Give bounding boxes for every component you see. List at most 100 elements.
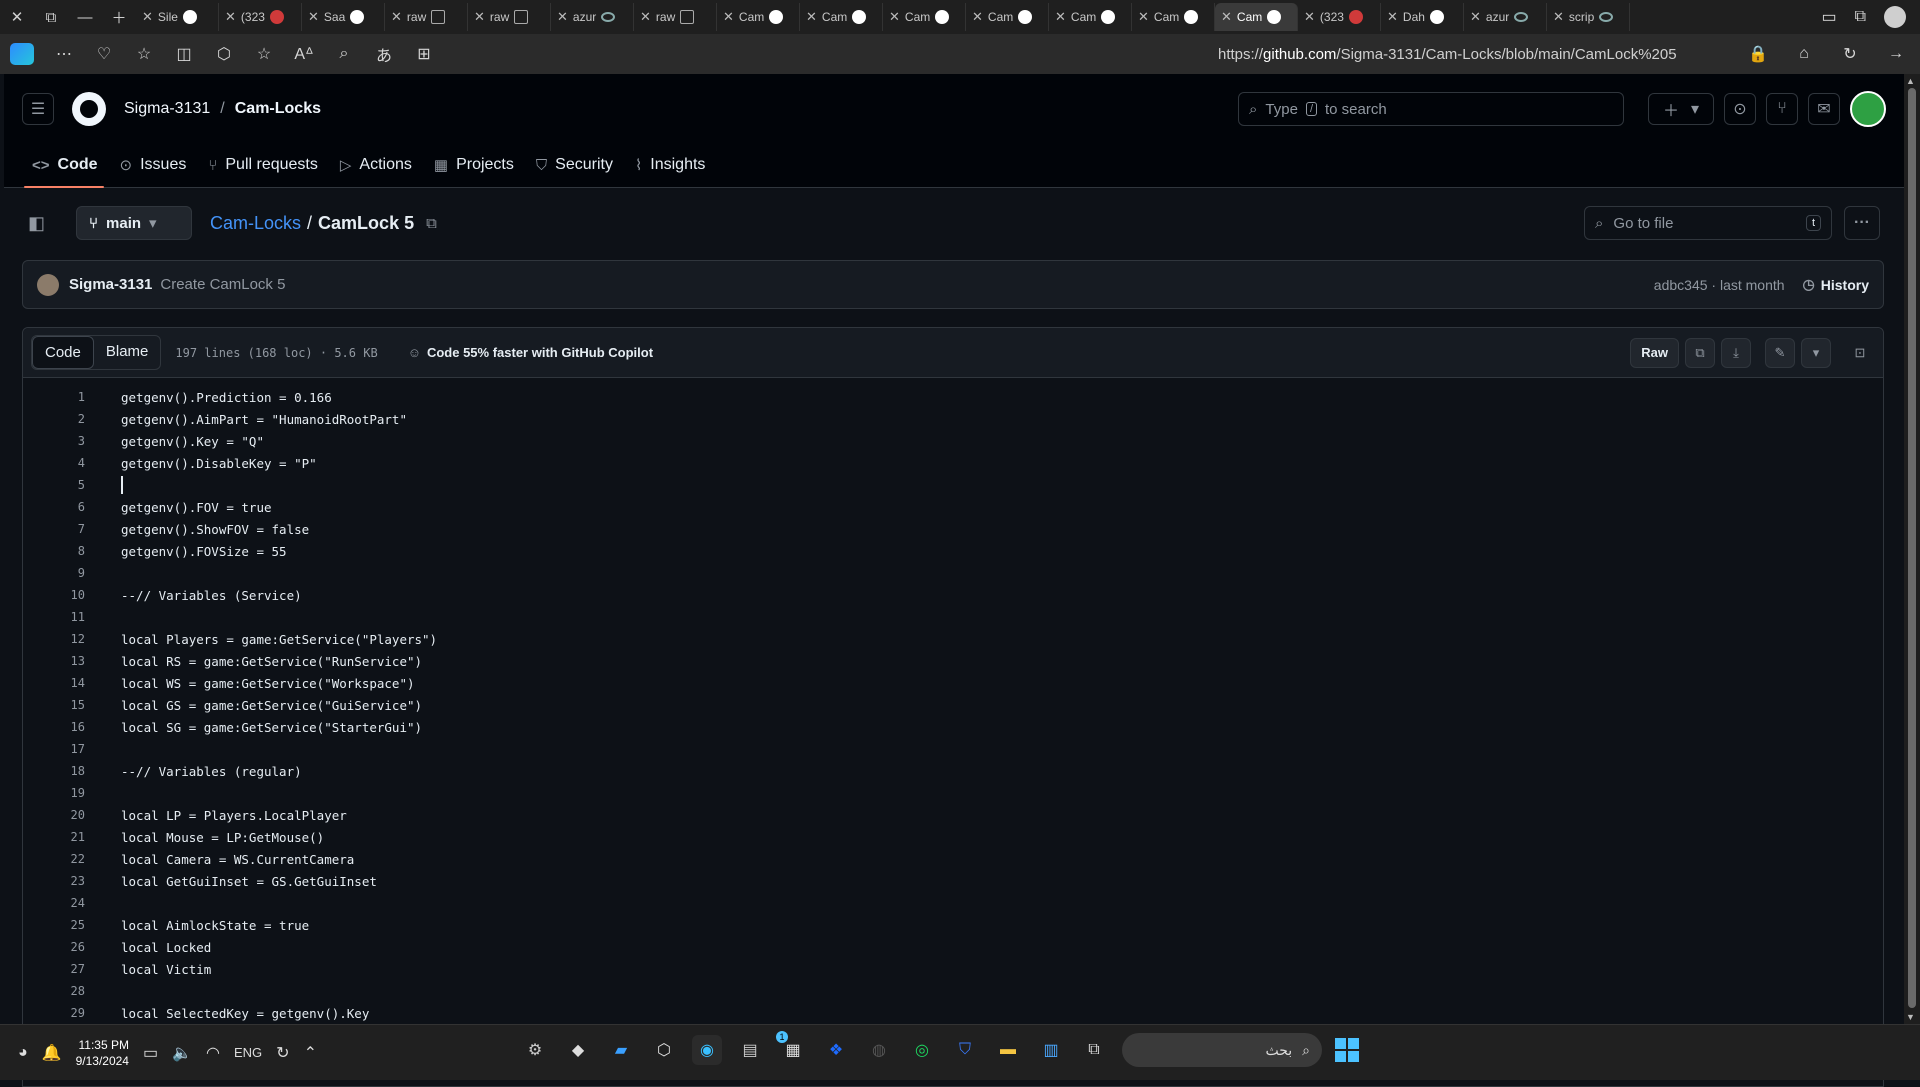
browser-tab[interactable]: ✕ scrip xyxy=(1547,3,1630,31)
close-tab-icon[interactable]: ✕ xyxy=(225,9,236,25)
code-line[interactable]: 22 local Camera = WS.CurrentCamera xyxy=(23,848,1883,870)
symbols-panel-icon[interactable]: ⊡ xyxy=(1845,338,1875,368)
spotify-icon[interactable]: ◎ xyxy=(907,1035,937,1065)
line-number[interactable]: 27 xyxy=(23,962,85,976)
line-number[interactable]: 14 xyxy=(23,676,85,690)
collections-icon[interactable]: ⧉ xyxy=(1855,8,1866,26)
taskbar-search[interactable]: بحث ⌕ xyxy=(1122,1033,1322,1067)
file-explorer-icon[interactable]: ▬ xyxy=(993,1035,1023,1065)
shield-app-icon[interactable]: ⛉ xyxy=(950,1035,980,1065)
line-number[interactable]: 19 xyxy=(23,786,85,800)
sync-icon[interactable]: ↻ xyxy=(276,1043,289,1063)
close-tab-icon[interactable]: ✕ xyxy=(474,9,485,25)
widgets-icon[interactable]: ◕ xyxy=(18,1044,28,1062)
close-window-icon[interactable]: ✕ xyxy=(0,0,34,34)
translate-icon[interactable]: あ xyxy=(374,42,394,66)
line-number[interactable]: 20 xyxy=(23,808,85,822)
github-logo-icon[interactable] xyxy=(72,92,106,126)
line-number[interactable]: 12 xyxy=(23,632,85,646)
download-icon[interactable]: ⤓ xyxy=(1721,337,1751,368)
create-new-button[interactable]: ＋ ▾ xyxy=(1648,93,1714,125)
close-tab-icon[interactable]: ✕ xyxy=(1138,9,1149,25)
code-line[interactable]: 12 local Players = game:GetService("Playe… xyxy=(23,628,1883,650)
roblox-icon[interactable]: ◆ xyxy=(563,1035,593,1065)
browser-tab[interactable]: ✕ Cam xyxy=(966,3,1049,31)
close-tab-icon[interactable]: ✕ xyxy=(1221,9,1232,25)
minimize-icon[interactable]: — xyxy=(68,0,102,34)
add-favorite-icon[interactable]: ☆ xyxy=(254,44,274,64)
scroll-down-icon[interactable]: ▼ xyxy=(1906,1012,1915,1022)
line-number[interactable]: 26 xyxy=(23,940,85,954)
code-line[interactable]: 2 getgenv().AimPart = "HumanoidRootPart" xyxy=(23,408,1883,430)
close-tab-icon[interactable]: ✕ xyxy=(142,9,153,25)
page-scrollbar[interactable]: ▲ ▼ xyxy=(1904,74,1920,1024)
notes-icon[interactable]: ▥ xyxy=(1036,1035,1066,1065)
browser-tab[interactable]: ✕ Cam xyxy=(1132,3,1215,31)
history-button[interactable]: ◷ History xyxy=(1803,276,1869,293)
close-tab-icon[interactable]: ✕ xyxy=(557,9,568,25)
code-body[interactable]: 1 getgenv().Prediction = 0.166 2 getgenv().… xyxy=(23,378,1883,1024)
read-aloud-icon[interactable]: Aᐞ xyxy=(294,44,314,64)
browser-tab[interactable]: ✕ (323 xyxy=(219,3,302,31)
owner-link[interactable]: Sigma-3131 xyxy=(124,100,210,118)
code-line[interactable]: 19 xyxy=(23,782,1883,804)
line-number[interactable]: 16 xyxy=(23,720,85,734)
close-tab-icon[interactable]: ✕ xyxy=(889,9,900,25)
blame-view-button[interactable]: Blame xyxy=(94,336,161,369)
language-indicator[interactable]: ENG xyxy=(234,1045,262,1060)
line-number[interactable]: 5 xyxy=(23,478,85,492)
code-line[interactable]: 7 getgenv().ShowFOV = false xyxy=(23,518,1883,540)
line-number[interactable]: 24 xyxy=(23,896,85,910)
browser-tab[interactable]: ✕ Saa xyxy=(302,3,385,31)
browser-tab[interactable]: ✕ raw xyxy=(634,3,717,31)
browser-tab[interactable]: ✕ Dah xyxy=(1381,3,1464,31)
code-line[interactable]: 26 local Locked xyxy=(23,936,1883,958)
code-line[interactable]: 23 local GetGuiInset = GS.GetGuiInset xyxy=(23,870,1883,892)
browser-tab[interactable]: ✕ raw xyxy=(468,3,551,31)
code-line[interactable]: 4 getgenv().DisableKey = "P" xyxy=(23,452,1883,474)
line-number[interactable]: 23 xyxy=(23,874,85,888)
favorites-icon[interactable]: ☆ xyxy=(134,44,154,64)
line-number[interactable]: 6 xyxy=(23,500,85,514)
line-number[interactable]: 17 xyxy=(23,742,85,756)
browser-tab[interactable]: ✕ raw xyxy=(385,3,468,31)
code-line[interactable]: 18 --// Variables (regular) xyxy=(23,760,1883,782)
copy-icon[interactable]: ⧉ xyxy=(1685,337,1715,368)
clock[interactable]: 11:35 PM 9/13/2024 xyxy=(76,1037,129,1069)
more-options-button[interactable]: ··· xyxy=(1844,206,1880,240)
code-line[interactable]: 17 xyxy=(23,738,1883,760)
code-line[interactable]: 13 local RS = game:GetService("RunService… xyxy=(23,650,1883,672)
commit-message[interactable]: Create CamLock 5 xyxy=(160,276,285,293)
raw-button[interactable]: Raw xyxy=(1630,337,1679,368)
repo-root-link[interactable]: Cam-Locks xyxy=(210,213,301,234)
browser-tab[interactable]: ✕ Cam xyxy=(800,3,883,31)
line-number[interactable]: 1 xyxy=(23,390,85,404)
close-tab-icon[interactable]: ✕ xyxy=(391,9,402,25)
code-line[interactable]: 8 getgenv().FOVSize = 55 xyxy=(23,540,1883,562)
browser-tab[interactable]: ✕ Cam xyxy=(717,3,800,31)
line-number[interactable]: 25 xyxy=(23,918,85,932)
menu-icon[interactable]: ☰ xyxy=(22,93,54,125)
commit-meta[interactable]: adbc345 · last month xyxy=(1654,277,1785,293)
split-screen-icon[interactable]: ◫ xyxy=(174,44,194,64)
code-line[interactable]: 20 local LP = Players.LocalPlayer xyxy=(23,804,1883,826)
commit-author[interactable]: Sigma-3131 xyxy=(69,276,152,293)
profile-avatar[interactable] xyxy=(1884,6,1906,28)
browser-tab[interactable]: ✕ Cam xyxy=(883,3,966,31)
close-tab-icon[interactable]: ✕ xyxy=(1553,9,1564,25)
code-line[interactable]: 10 --// Variables (Service) xyxy=(23,584,1883,606)
code-line[interactable]: 1 getgenv().Prediction = 0.166 xyxy=(23,386,1883,408)
tab-projects[interactable]: ▦ Projects xyxy=(426,156,528,188)
issues-button[interactable]: ⊙ xyxy=(1724,93,1756,125)
tab-issues[interactable]: ⊙ Issues xyxy=(112,156,201,188)
line-number[interactable]: 18 xyxy=(23,764,85,778)
close-tab-icon[interactable]: ✕ xyxy=(723,9,734,25)
chevron-down-icon[interactable]: ▾ xyxy=(1801,337,1831,368)
restore-icon[interactable]: ⧉ xyxy=(34,0,68,34)
code-view-button[interactable]: Code xyxy=(32,336,94,369)
browser-tab[interactable]: ✕ azur xyxy=(1464,3,1547,31)
browser-tab[interactable]: ✕ Sile xyxy=(136,3,219,31)
copilot-promo[interactable]: ☺ Code 55% faster with GitHub Copilot xyxy=(408,345,653,360)
close-tab-icon[interactable]: ✕ xyxy=(1387,9,1398,25)
code-line[interactable]: 3 getgenv().Key = "Q" xyxy=(23,430,1883,452)
